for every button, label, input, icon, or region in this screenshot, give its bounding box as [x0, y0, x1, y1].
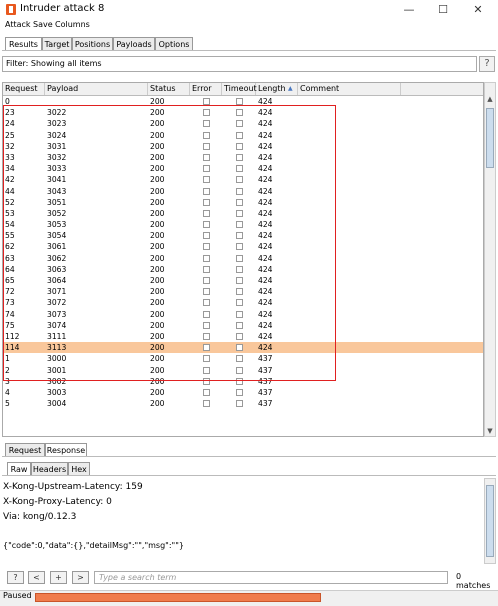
col-length-label: Length [258, 84, 286, 93]
sort-ascending-icon: ▲ [288, 85, 293, 92]
cell-length: 437 [258, 387, 273, 397]
menu-save[interactable]: Save [33, 20, 53, 29]
tab-target[interactable]: Target [42, 37, 72, 50]
col-status[interactable]: Status [148, 83, 190, 95]
col-payload[interactable]: Payload [45, 83, 148, 95]
error-checkbox [203, 98, 210, 105]
response-line: X-Kong-Proxy-Latency: 0 [3, 497, 112, 507]
tab-response[interactable]: Response [45, 443, 87, 456]
tab-payloads[interactable]: Payloads [113, 37, 155, 50]
status-text: Paused [3, 591, 32, 600]
cell-status: 200 [150, 387, 165, 397]
filter-bar[interactable]: Filter: Showing all items [2, 56, 477, 72]
cell-payload: 3003 [47, 387, 67, 397]
error-checkbox [203, 388, 210, 396]
panel-divider [2, 456, 496, 457]
close-button[interactable]: ✕ [463, 2, 493, 18]
search-prev-button[interactable]: < [28, 571, 45, 584]
tab-options[interactable]: Options [155, 37, 193, 50]
col-timeout[interactable]: Timeout [222, 83, 257, 95]
search-add-button[interactable]: + [50, 571, 67, 584]
table-row[interactable]: 4 3003 200 437 [3, 387, 483, 398]
error-checkbox [203, 400, 210, 408]
burp-app-icon [6, 4, 16, 15]
search-help-button[interactable]: ? [7, 571, 24, 584]
scroll-up-icon[interactable]: ▲ [486, 95, 494, 103]
cell-status: 200 [150, 399, 165, 409]
menu-attack[interactable]: Attack [5, 20, 31, 29]
tab-results[interactable]: Results [5, 37, 42, 50]
maximize-button[interactable]: ☐ [428, 2, 458, 18]
tab-hex[interactable]: Hex [68, 462, 90, 475]
table-scroll-thumb[interactable] [486, 108, 494, 168]
response-line: Via: kong/0.12.3 [3, 512, 77, 522]
cell-request: 4 [5, 387, 10, 397]
tab-headers[interactable]: Headers [31, 462, 68, 475]
response-scroll-thumb[interactable] [486, 485, 494, 557]
timeout-checkbox [236, 98, 243, 105]
match-count: 0 matches [456, 572, 491, 590]
timeout-checkbox [236, 388, 243, 396]
search-next-button[interactable]: > [72, 571, 89, 584]
menu-columns[interactable]: Columns [55, 20, 90, 29]
minimize-button[interactable]: — [394, 2, 424, 18]
table-header: Request Payload Status Error Timeout Len… [3, 83, 483, 96]
col-length[interactable]: Length ▲ [256, 83, 298, 95]
tab-request[interactable]: Request [5, 443, 45, 456]
tab-positions[interactable]: Positions [72, 37, 113, 50]
col-comment[interactable]: Comment [298, 83, 401, 95]
response-line: X-Kong-Upstream-Latency: 159 [3, 482, 143, 492]
cell-length: 437 [258, 399, 273, 409]
col-error[interactable]: Error [190, 83, 222, 95]
response-line: {"code":0,"data":{},"detailMsg":"","msg"… [3, 541, 184, 550]
view-divider [2, 475, 496, 476]
col-request[interactable]: Request [3, 83, 45, 95]
scroll-down-icon[interactable]: ▼ [486, 427, 494, 435]
red-annotation-box [3, 105, 336, 381]
cell-payload: 3004 [47, 399, 67, 409]
tab-divider [2, 50, 496, 51]
filter-help-button[interactable]: ? [479, 56, 495, 72]
timeout-checkbox [236, 400, 243, 408]
cell-request: 5 [5, 399, 10, 409]
window-title: Intruder attack 8 [20, 3, 105, 14]
search-input[interactable]: Type a search term [94, 571, 448, 584]
response-body[interactable]: X-Kong-Upstream-Latency: 159 X-Kong-Prox… [0, 478, 484, 564]
table-row[interactable]: 5 3004 200 437 [3, 398, 483, 409]
tab-raw[interactable]: Raw [7, 462, 31, 475]
progress-bar [35, 593, 321, 602]
